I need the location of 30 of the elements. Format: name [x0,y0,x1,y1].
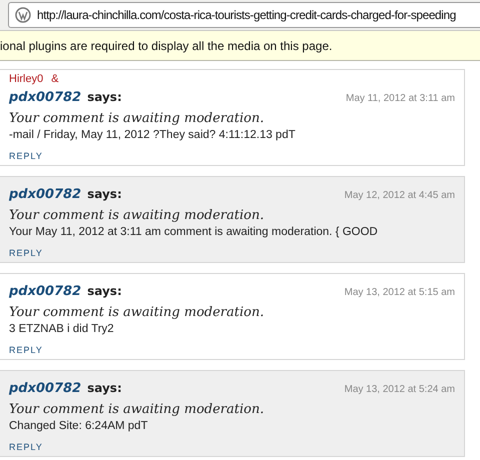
reply-link[interactable]: REPLY [9,151,43,161]
plugin-message: ional plugins are required to display all the media on this page. [0,38,332,52]
comment-text: -mail / Friday, May 11, 2012 ?They said? 4:11:12.13 pdT [9,129,296,141]
moderation-notice: Your comment is awaiting moderation. [9,111,265,126]
author-link[interactable]: pdx00782 [9,90,82,105]
address-bar[interactable]: http://laura-chinchilla.com/costa-rica-tourists-getting-credit-cards-charged-for-speeding [8,2,480,28]
author-link[interactable]: pdx00782 [9,284,82,299]
wordpress-icon [15,7,31,23]
annotation-text: & [51,74,59,84]
comment-date: May 13, 2012 at 5:15 am [344,287,455,298]
comment-text: Your May 11, 2012 at 3:11 am comment is awaiting moderation. { GOOD [9,226,379,238]
reply-link[interactable]: REPLY [9,248,43,258]
says-label: says: [87,90,122,104]
url-text: http://laura-chinchilla.com/costa-rica-tourists-getting-credit-cards-charged-for-speeding [37,8,456,22]
moderation-notice: Your comment is awaiting moderation. [9,208,265,223]
author-link[interactable]: pdx00782 [9,187,82,202]
says-label: says: [87,381,122,395]
comment-date: May 12, 2012 at 4:45 am [344,190,455,201]
comment-date: May 11, 2012 at 3:11 am [346,93,455,104]
says-label: says: [87,284,122,298]
comment-text: 3 ETZNAB i did Try2 [9,323,115,335]
moderation-notice: Your comment is awaiting moderation. [9,305,265,320]
comment-date: May 13, 2012 at 5:24 am [344,384,455,395]
author-link[interactable]: pdx00782 [9,381,82,396]
says-label: says: [87,187,122,201]
reply-link[interactable]: REPLY [9,345,43,355]
annotation-text: Hirley0 [9,74,44,84]
moderation-notice: Your comment is awaiting moderation. [9,402,265,417]
reply-link[interactable]: REPLY [9,442,43,452]
comment-text: Changed Site: 6:24AM pdT [9,420,149,432]
